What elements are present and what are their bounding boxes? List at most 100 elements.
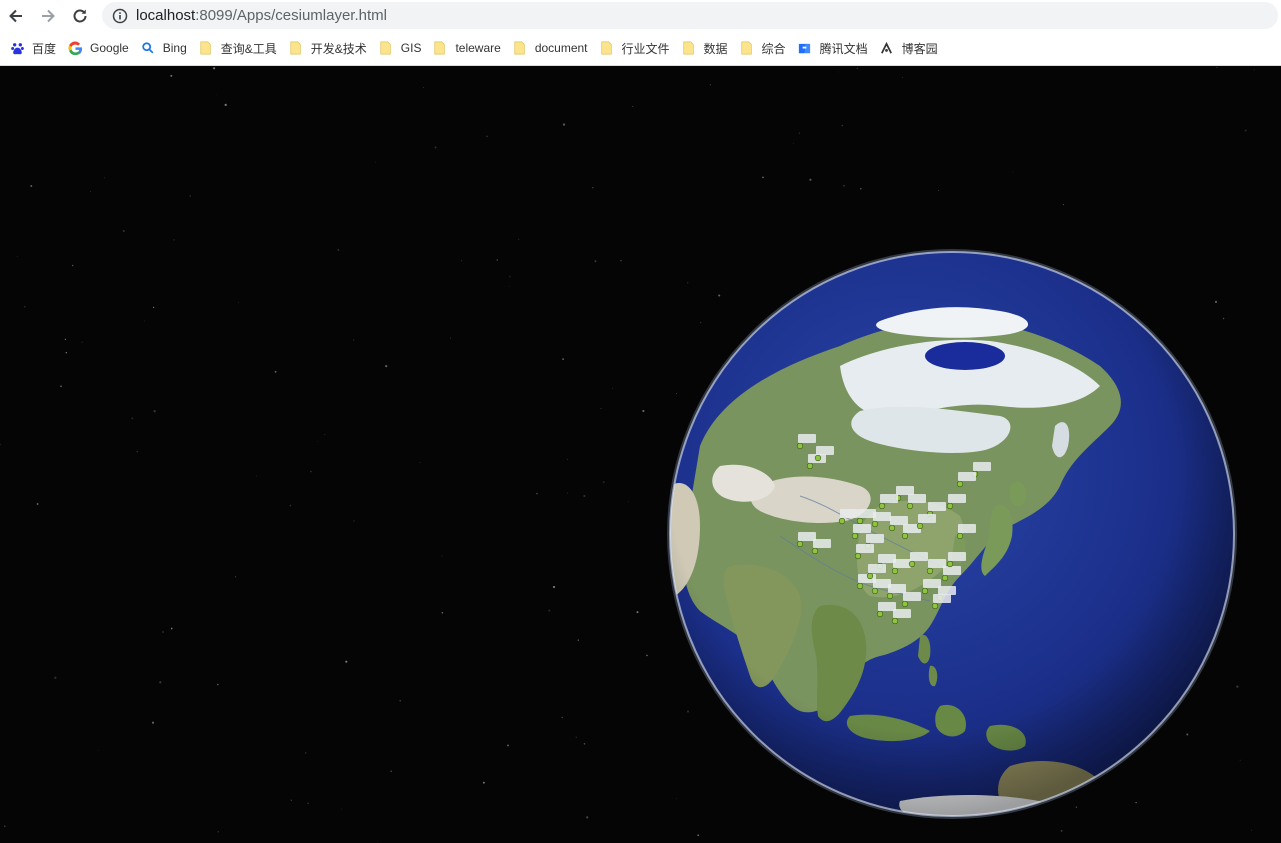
tencent-docs-icon xyxy=(797,40,813,56)
bookmark-3[interactable]: 查询&工具 xyxy=(195,34,285,62)
bookmark-1[interactable]: Google xyxy=(64,34,137,62)
star xyxy=(1214,300,1218,303)
bookmark-9[interactable]: 数据 xyxy=(678,34,736,62)
star xyxy=(81,341,83,343)
marker-label-box xyxy=(973,462,991,471)
star xyxy=(646,654,648,657)
star xyxy=(552,585,556,589)
star xyxy=(762,176,764,179)
star xyxy=(1244,129,1247,132)
star xyxy=(310,470,312,473)
star xyxy=(374,161,376,163)
star xyxy=(536,492,538,495)
star xyxy=(345,660,348,663)
address-bar[interactable]: localhost:8099/Apps/cesiumlayer.html xyxy=(102,2,1278,29)
star xyxy=(399,700,401,702)
star xyxy=(441,612,444,614)
bookmark-label: 综合 xyxy=(761,41,786,56)
bookmark-8[interactable]: 行业文件 xyxy=(596,34,678,62)
star xyxy=(144,320,145,322)
star xyxy=(337,248,340,251)
marker-label-box xyxy=(903,592,921,601)
bookmark-12[interactable]: 博客园 xyxy=(876,34,946,62)
star xyxy=(434,146,437,149)
marker-dot xyxy=(876,610,884,618)
star xyxy=(1012,171,1014,173)
marker-label-box xyxy=(943,566,961,575)
bookmark-2[interactable]: Bing xyxy=(137,34,195,62)
star xyxy=(304,752,307,754)
star xyxy=(482,781,485,784)
marker-label-box xyxy=(908,494,926,503)
star xyxy=(324,434,326,435)
star xyxy=(224,103,227,107)
star xyxy=(697,834,700,837)
marker-dot xyxy=(921,587,929,595)
star xyxy=(620,260,622,262)
star xyxy=(938,190,940,191)
url-path: :8099/Apps/cesiumlayer.html xyxy=(195,7,387,24)
bookmark-7[interactable]: document xyxy=(509,34,596,62)
star xyxy=(3,825,6,828)
star xyxy=(215,94,217,96)
back-button[interactable] xyxy=(0,0,32,31)
marker-dot xyxy=(796,442,804,450)
bookmark-5[interactable]: GIS xyxy=(375,34,430,62)
bookmark-11[interactable]: 腾讯文档 xyxy=(794,34,876,62)
star xyxy=(54,676,57,679)
star xyxy=(1228,465,1230,467)
forward-button[interactable] xyxy=(32,0,64,31)
marker-dot xyxy=(946,560,954,568)
marker-dot xyxy=(838,517,846,525)
bookmark-6[interactable]: teleware xyxy=(429,34,508,62)
folder-icon xyxy=(288,40,304,56)
star xyxy=(902,76,903,78)
star xyxy=(159,681,162,684)
marker-dot xyxy=(901,600,909,608)
marker-label-box xyxy=(958,472,976,481)
star xyxy=(213,67,216,70)
star xyxy=(602,481,605,484)
marker-dot xyxy=(796,540,804,548)
star xyxy=(376,841,378,843)
star xyxy=(60,385,62,388)
folder-icon xyxy=(378,40,394,56)
reload-icon xyxy=(73,9,87,22)
star xyxy=(700,322,702,324)
marker-label-box xyxy=(938,586,956,595)
star xyxy=(1186,733,1189,736)
globe-scene[interactable] xyxy=(0,66,1281,843)
star xyxy=(586,816,589,819)
star xyxy=(562,358,564,360)
star xyxy=(583,742,586,745)
star xyxy=(1222,317,1225,320)
cesium-viewer[interactable] xyxy=(0,66,1281,843)
star xyxy=(798,132,801,134)
star xyxy=(1251,829,1253,831)
bookmark-0[interactable]: 百度 xyxy=(6,34,64,62)
marker-label-box xyxy=(948,552,966,561)
marker-label-box xyxy=(868,564,886,573)
star xyxy=(23,305,26,308)
star xyxy=(98,750,100,751)
star xyxy=(16,256,18,258)
star xyxy=(153,410,156,413)
marker-dot xyxy=(931,602,939,610)
star xyxy=(423,87,424,88)
marker-label-box xyxy=(893,559,911,568)
star xyxy=(307,802,309,804)
bookmark-4[interactable]: 开发&技术 xyxy=(285,34,375,62)
star xyxy=(1135,801,1137,804)
marker-dot xyxy=(856,582,864,590)
star xyxy=(390,770,393,773)
marker-label-box xyxy=(910,552,928,561)
bookmark-label: GIS xyxy=(400,41,422,55)
bookmark-10[interactable]: 综合 xyxy=(736,34,794,62)
marker-dot xyxy=(878,502,886,510)
star xyxy=(575,736,577,738)
cnblogs-icon xyxy=(879,40,895,56)
bookmark-label: 查询&工具 xyxy=(220,41,277,56)
star xyxy=(1060,829,1063,832)
reload-button[interactable] xyxy=(64,0,96,31)
globe-shading xyxy=(670,252,1234,816)
